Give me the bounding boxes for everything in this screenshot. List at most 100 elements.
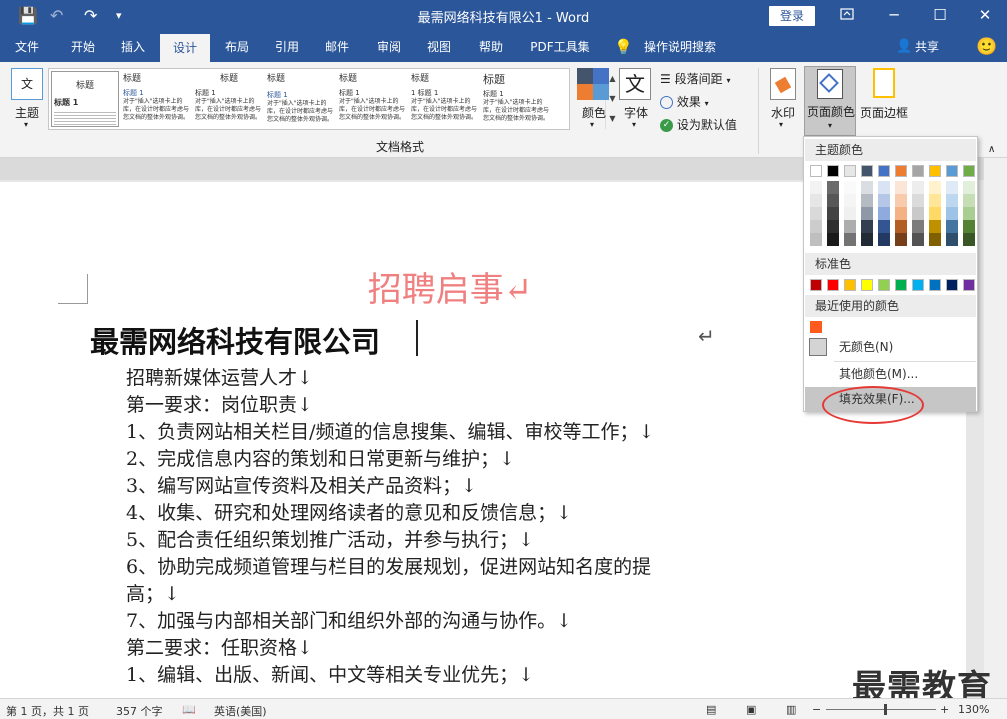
theme-color-swatch[interactable] — [929, 207, 941, 220]
theme-color-swatch[interactable] — [878, 220, 890, 233]
standard-color-swatch[interactable] — [878, 279, 890, 291]
tab-file[interactable]: 文件 — [4, 32, 50, 62]
theme-color-swatch[interactable] — [810, 181, 822, 194]
close-button[interactable]: ✕ — [970, 4, 1000, 26]
smiley-icon[interactable]: 🙂 — [976, 37, 997, 57]
theme-color-swatch[interactable] — [827, 181, 839, 194]
more-colors-option[interactable]: 其他颜色(M)... — [805, 362, 976, 386]
collapse-ribbon-icon[interactable]: ∧ — [988, 144, 995, 155]
theme-color-swatch[interactable] — [963, 233, 975, 246]
theme-color-swatch[interactable] — [844, 165, 856, 177]
web-layout-icon[interactable]: ▥ — [786, 703, 796, 716]
theme-color-swatch[interactable] — [963, 181, 975, 194]
set-as-default-button[interactable]: ✓ 设为默认值 — [660, 116, 750, 136]
share-button[interactable]: 共享 — [912, 32, 942, 62]
theme-color-swatch[interactable] — [810, 194, 822, 207]
theme-color-swatch[interactable] — [844, 194, 856, 207]
theme-color-swatch[interactable] — [827, 220, 839, 233]
theme-color-swatch[interactable] — [861, 194, 873, 207]
fonts-button[interactable]: 文 字体 ▾ — [619, 68, 653, 134]
theme-color-swatch[interactable] — [861, 181, 873, 194]
theme-color-swatch[interactable] — [963, 165, 975, 177]
theme-color-swatch[interactable] — [810, 220, 822, 233]
theme-color-swatch[interactable] — [827, 233, 839, 246]
theme-color-swatch[interactable] — [912, 181, 924, 194]
theme-color-swatch[interactable] — [912, 233, 924, 246]
theme-color-swatch[interactable] — [946, 181, 958, 194]
theme-color-swatch[interactable] — [878, 207, 890, 220]
word-count[interactable]: 357 个字 — [116, 703, 163, 719]
no-color-option[interactable]: 无颜色(N) — [805, 335, 976, 359]
theme-color-swatch[interactable] — [895, 207, 907, 220]
standard-color-swatch[interactable] — [929, 279, 941, 291]
theme-color-swatch[interactable] — [929, 233, 941, 246]
zoom-out-icon[interactable]: − — [812, 703, 821, 716]
page-color-button[interactable]: 页面颜色 ▾ — [804, 66, 856, 136]
ribbon-display-icon[interactable] — [832, 4, 862, 26]
theme-color-swatch[interactable] — [810, 165, 822, 177]
theme-color-swatch[interactable] — [946, 207, 958, 220]
theme-color-swatch[interactable] — [895, 233, 907, 246]
theme-color-swatch[interactable] — [963, 194, 975, 207]
theme-color-swatch[interactable] — [963, 207, 975, 220]
recent-color-swatch[interactable] — [810, 321, 822, 333]
tab-mailings[interactable]: 邮件 — [314, 32, 360, 62]
standard-color-swatch[interactable] — [861, 279, 873, 291]
theme-color-swatch[interactable] — [844, 233, 856, 246]
standard-color-swatch[interactable] — [895, 279, 907, 291]
page-borders-button[interactable]: 页面边框 — [858, 68, 910, 134]
theme-color-swatch[interactable] — [912, 165, 924, 177]
theme-color-swatch[interactable] — [963, 220, 975, 233]
maximize-button[interactable]: ☐ — [925, 4, 955, 26]
theme-color-swatch[interactable] — [895, 220, 907, 233]
tab-pdf-tools[interactable]: PDF工具集 — [522, 32, 598, 62]
tab-review[interactable]: 审阅 — [366, 32, 412, 62]
page-count[interactable]: 第 1 页，共 1 页 — [6, 703, 89, 719]
login-button[interactable]: 登录 — [769, 6, 815, 26]
theme-color-swatch[interactable] — [861, 165, 873, 177]
theme-color-swatch[interactable] — [861, 207, 873, 220]
theme-color-swatch[interactable] — [827, 207, 839, 220]
standard-color-swatch[interactable] — [844, 279, 856, 291]
theme-color-swatch[interactable] — [844, 181, 856, 194]
standard-color-swatch[interactable] — [963, 279, 975, 291]
theme-color-swatch[interactable] — [929, 181, 941, 194]
theme-color-swatch[interactable] — [946, 165, 958, 177]
themes-button[interactable]: 文 主题 ▾ — [8, 68, 46, 134]
effects-button[interactable]: 效果 ▾ — [660, 93, 750, 113]
style-set-item[interactable]: 标题 标题 1 对于"插入"选项卡上的库，在设计时都应考虑与您文档的整体外观协调… — [123, 71, 191, 127]
tab-layout[interactable]: 布局 — [214, 32, 260, 62]
theme-color-swatch[interactable] — [912, 194, 924, 207]
minimize-button[interactable]: ─ — [879, 4, 909, 26]
theme-color-swatch[interactable] — [895, 165, 907, 177]
style-set-item[interactable]: 标题 1 标题 1 对于"插入"选项卡上的库，在设计时都应考虑与您文档的整体外观… — [411, 71, 479, 127]
theme-color-swatch[interactable] — [878, 165, 890, 177]
theme-color-swatch[interactable] — [912, 220, 924, 233]
watermark-button[interactable]: 水印 ▾ — [766, 68, 800, 134]
paragraph-spacing-button[interactable]: ☰ 段落间距 ▾ — [660, 70, 750, 90]
tab-view[interactable]: 视图 — [416, 32, 462, 62]
tab-home[interactable]: 开始 — [58, 32, 108, 62]
style-set-item[interactable]: 标题 标题 1 对于"插入"选项卡上的库，在设计时都应考虑与您文档的整体外观协调… — [483, 71, 551, 127]
style-set-item[interactable]: 标题 标题 1 对于"插入"选项卡上的库，在设计时都应考虑与您文档的整体外观协调… — [267, 71, 335, 127]
theme-color-swatch[interactable] — [929, 220, 941, 233]
language-status[interactable]: 英语(美国) — [214, 703, 267, 719]
theme-color-swatch[interactable] — [895, 194, 907, 207]
print-layout-icon[interactable]: ▣ — [746, 703, 756, 716]
theme-color-swatch[interactable] — [861, 233, 873, 246]
theme-color-swatch[interactable] — [895, 181, 907, 194]
theme-color-swatch[interactable] — [810, 233, 822, 246]
vertical-scrollbar[interactable] — [984, 158, 1007, 698]
theme-color-swatch[interactable] — [810, 207, 822, 220]
theme-color-swatch[interactable] — [861, 220, 873, 233]
standard-color-swatch[interactable] — [946, 279, 958, 291]
zoom-slider-thumb[interactable] — [884, 704, 887, 715]
theme-color-swatch[interactable] — [946, 233, 958, 246]
zoom-level[interactable]: 130% — [958, 703, 989, 716]
style-set-item[interactable]: 标题 标题 1 — [51, 71, 119, 127]
tab-references[interactable]: 引用 — [264, 32, 310, 62]
theme-color-swatch[interactable] — [844, 207, 856, 220]
tab-insert[interactable]: 插入 — [110, 32, 156, 62]
standard-color-swatch[interactable] — [827, 279, 839, 291]
tab-help[interactable]: 帮助 — [468, 32, 514, 62]
